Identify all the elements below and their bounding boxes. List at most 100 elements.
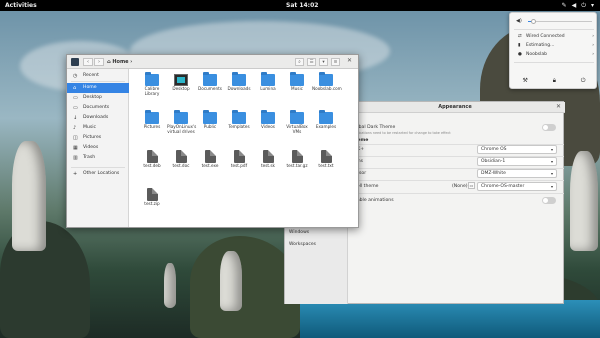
chevron-down-icon[interactable]: ▾ — [591, 0, 594, 11]
file-label: VirtualBox VMs — [286, 124, 308, 134]
divider — [71, 81, 125, 82]
path-bar[interactable]: ⌂ Home › — [107, 58, 132, 66]
power-icon[interactable]: ⏻ — [581, 0, 586, 11]
sidebar-item-label: Recent — [83, 73, 99, 78]
folder-item[interactable]: Public — [196, 110, 224, 140]
sidebar-item-home[interactable]: ⌂ Home — [67, 83, 129, 93]
path-home[interactable]: Home — [112, 59, 128, 65]
file-item[interactable]: test.deb — [138, 148, 166, 178]
search-icon[interactable]: ⌕ — [295, 58, 304, 66]
sidebar-item-pictures[interactable]: ◫ Pictures — [67, 133, 129, 143]
folder-item[interactable]: Lumina — [254, 72, 282, 102]
network-wired-icon: ⇄ — [518, 34, 522, 39]
file-icon — [146, 188, 158, 201]
sidebar-item-windows[interactable]: Windows — [289, 230, 309, 235]
folder-item[interactable]: Documents — [196, 72, 224, 102]
sidebar-item-trash[interactable]: ▥ Trash — [67, 153, 129, 163]
icons-theme-select[interactable]: Obsidian-1 ▾ — [477, 157, 557, 166]
clock[interactable]: Sat 14:02 — [286, 0, 318, 11]
volume-knob[interactable] — [531, 18, 537, 24]
volume-slider[interactable] — [528, 18, 592, 24]
folder-icon[interactable]: ▭ — [468, 182, 475, 189]
file-label: PlayOnLinux's virtual drives — [167, 124, 197, 134]
sidebar-item-label: Videos — [83, 145, 99, 150]
folder-item[interactable]: Videos — [254, 110, 282, 140]
file-label: Noobslab.com — [312, 86, 342, 91]
download-icon: ↓ — [73, 115, 78, 121]
wired-connection-item[interactable]: ⇄ Wired Connected › — [518, 33, 594, 40]
sidebar-item-documents[interactable]: ▭ Documents — [67, 103, 129, 113]
folder-icon — [203, 72, 217, 86]
file-label: Public — [203, 124, 217, 129]
pen-icon[interactable]: ✎ — [562, 0, 567, 11]
file-item[interactable]: test.sk — [254, 148, 282, 178]
file-item[interactable]: test.tar.gz — [283, 148, 311, 178]
sidebar-item-workspaces[interactable]: Workspaces — [289, 242, 316, 247]
file-label: test.doc — [172, 163, 190, 168]
file-label: test.txt — [318, 163, 334, 168]
sidebar-item-recent[interactable]: ◷ Recent — [67, 71, 129, 81]
global-dark-toggle[interactable] — [542, 124, 556, 131]
sidebar-item-music[interactable]: ♪ Music — [67, 123, 129, 133]
divider — [514, 29, 594, 30]
power-icon[interactable]: ⏻ — [581, 77, 586, 85]
file-label: Calibre Library — [144, 86, 160, 96]
menu-icon[interactable]: ≡ — [331, 58, 340, 66]
folder-icon — [232, 72, 246, 86]
folder-item[interactable]: Music — [283, 72, 311, 102]
sidebar-item-videos[interactable]: ▦ Videos — [67, 143, 129, 153]
cursor-theme-select[interactable]: DMZ-White ▾ — [477, 169, 557, 178]
file-label: test.sk — [261, 163, 275, 168]
file-label: Examples — [315, 124, 337, 129]
file-label: Documents — [198, 86, 222, 91]
chevron-down-icon: ▾ — [550, 184, 553, 189]
folder-icon — [145, 72, 159, 86]
view-options-icon[interactable]: ▾ — [319, 58, 328, 66]
settings-icon[interactable]: ⚒ — [522, 77, 527, 85]
folder-item[interactable]: Noobslab.com — [312, 72, 342, 102]
wired-connection-label: Wired Connected — [526, 34, 565, 39]
folder-item[interactable]: Templates — [225, 110, 253, 140]
folder-item[interactable]: Desktop — [167, 72, 195, 102]
shell-theme-value: Chrome-OS-master — [481, 184, 525, 189]
plus-icon: + — [73, 171, 78, 177]
close-icon[interactable]: ✕ — [347, 57, 352, 64]
folder-item[interactable]: Pictures — [138, 110, 166, 140]
folder-icon — [319, 110, 333, 124]
battery-item[interactable]: ▮ Estimating... › — [518, 42, 594, 49]
animations-toggle[interactable] — [542, 197, 556, 204]
system-tray[interactable]: ✎ ◀ ⏻ ▾ — [562, 0, 594, 11]
back-button[interactable]: ‹ — [83, 58, 93, 66]
sidebar-item-other-locations[interactable]: + Other Locations — [67, 169, 129, 179]
sidebar-item-label: Downloads — [83, 115, 109, 120]
volume-icon[interactable]: ◀ — [572, 0, 577, 11]
gtk-theme-select[interactable]: Chrome OS ▾ — [477, 145, 557, 154]
folder-item[interactable]: VirtualBox VMs — [283, 110, 311, 140]
lock-icon[interactable]: 🔒︎ — [553, 77, 556, 85]
home-icon: ⌂ — [73, 85, 77, 91]
user-item[interactable]: ● Noobslab › — [518, 51, 594, 58]
folder-item[interactable]: Examples — [312, 110, 340, 140]
file-label: test.exe — [201, 163, 219, 168]
folder-item[interactable]: PlayOnLinux's virtual drives — [167, 110, 197, 140]
appearance-title: Appearance — [438, 104, 472, 110]
file-item[interactable]: test.exe — [196, 148, 224, 178]
sidebar-item-label: Home — [83, 85, 97, 90]
close-icon[interactable]: ✕ — [556, 103, 561, 110]
chevron-right-icon: › — [592, 34, 594, 39]
folder-item[interactable]: Calibre Library — [138, 72, 166, 102]
battery-label: Estimating... — [526, 43, 555, 48]
activities-button[interactable]: Activities — [5, 0, 37, 11]
file-item[interactable]: test.doc — [167, 148, 195, 178]
folder-item[interactable]: Downloads — [225, 72, 253, 102]
shell-theme-select[interactable]: Chrome-OS-master ▾ — [477, 182, 557, 191]
file-item[interactable]: test.txt — [312, 148, 340, 178]
global-dark-sub: Applications need to be restarted for ch… — [351, 131, 451, 135]
file-item[interactable]: test.zip — [138, 186, 166, 216]
sidebar-item-desktop[interactable]: ▭ Desktop — [67, 93, 129, 103]
forward-button[interactable]: › — [94, 58, 104, 66]
view-list-icon[interactable]: ☰ — [307, 58, 316, 66]
file-item[interactable]: test.pdf — [225, 148, 253, 178]
files-window: ‹ › ⌂ Home › ⌕ ☰ ▾ ≡ ✕ ◷ Recent ⌂ Home ▭ Desk… — [66, 54, 359, 228]
sidebar-item-downloads[interactable]: ↓ Downloads — [67, 113, 129, 123]
